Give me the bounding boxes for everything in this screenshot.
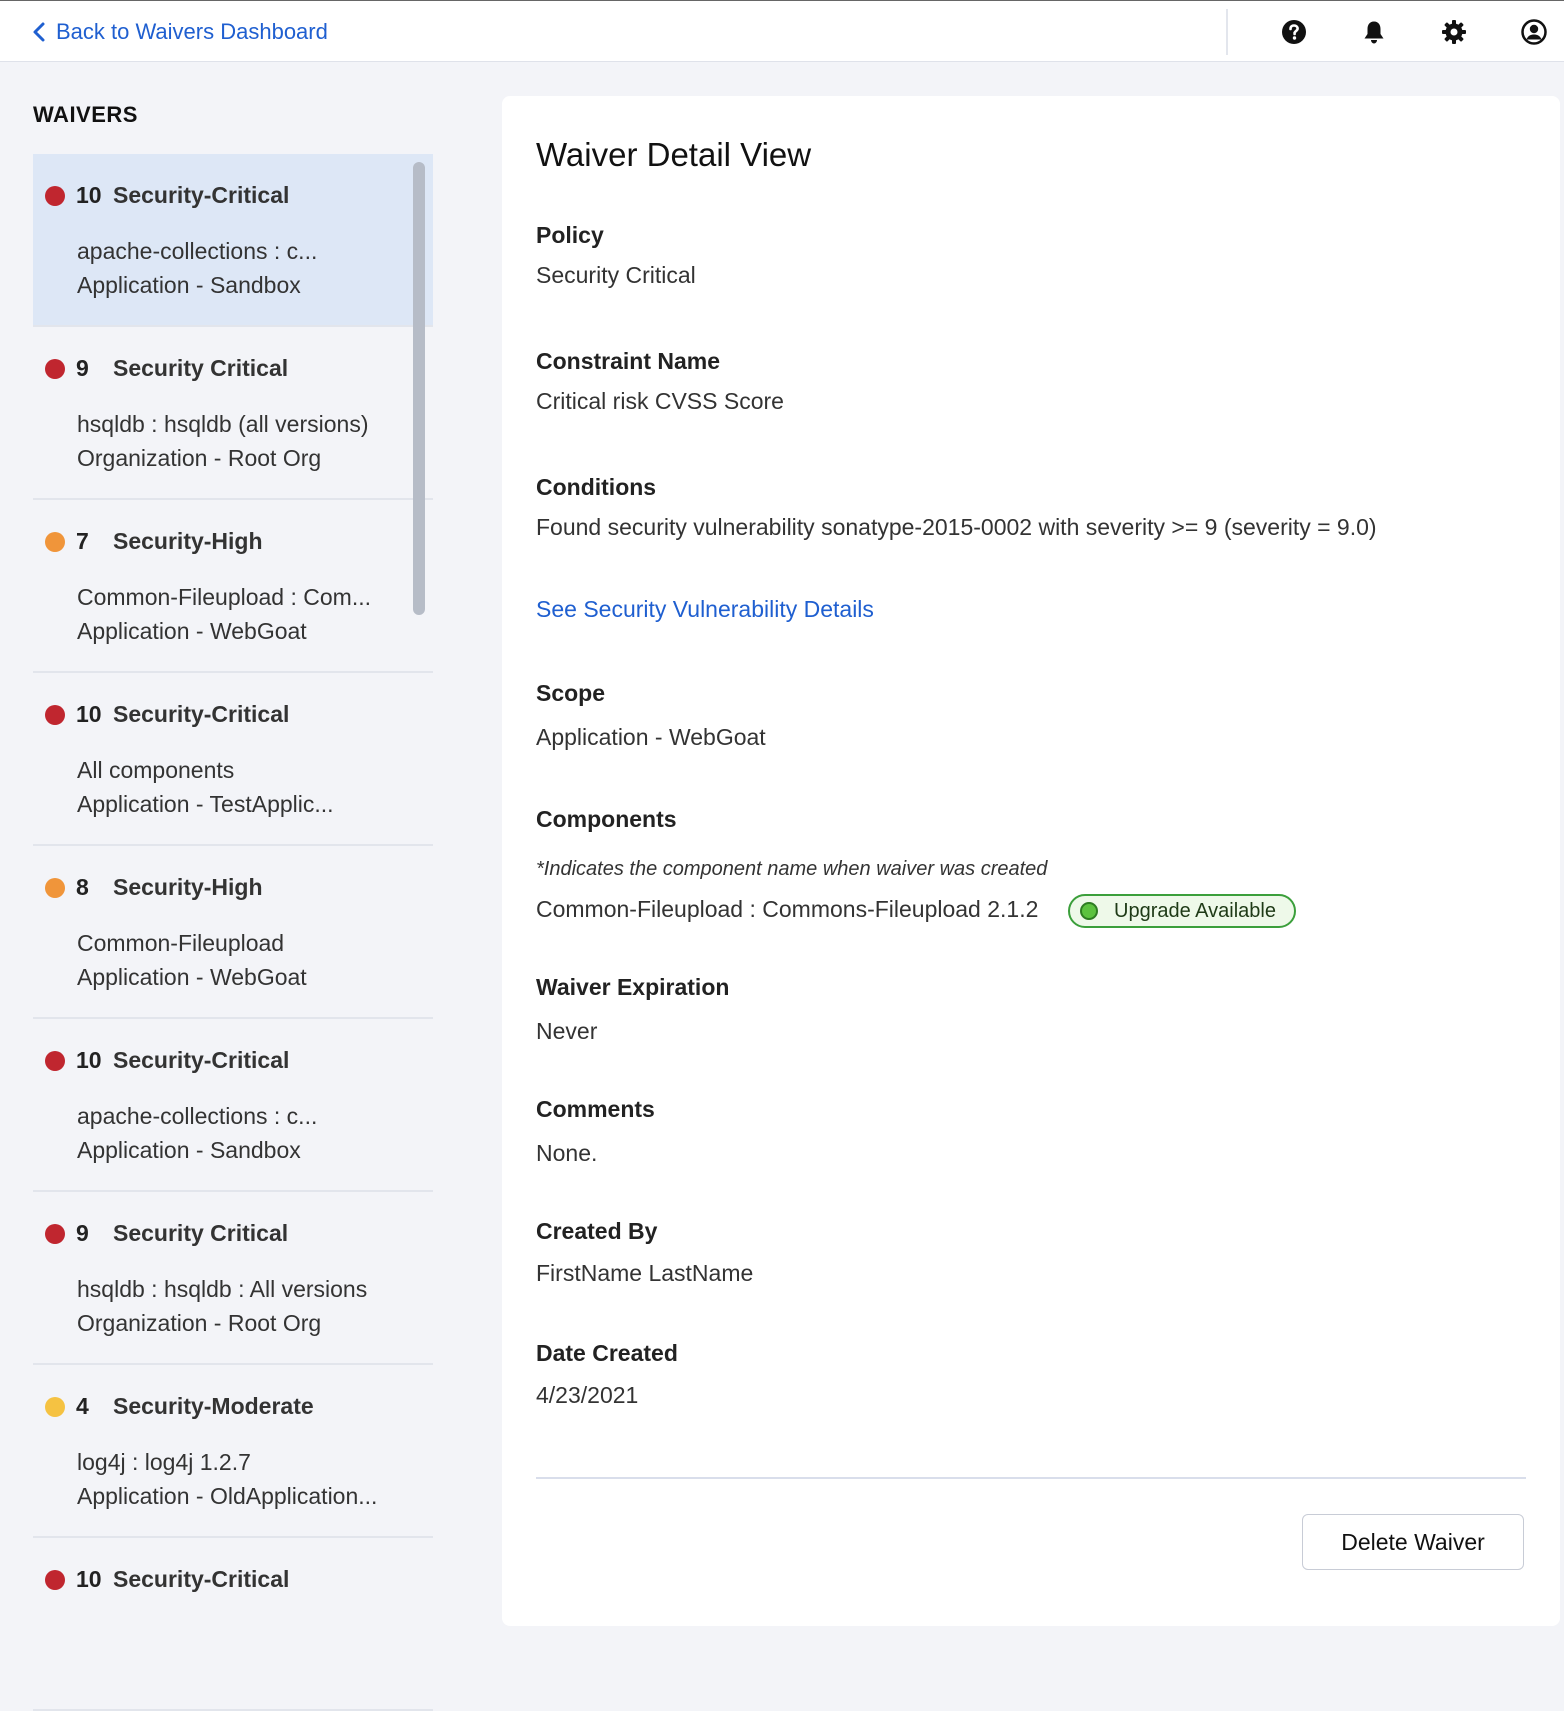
created-by-label: Created By	[536, 1218, 658, 1244]
back-to-dashboard-link[interactable]: Back to Waivers Dashboard	[32, 19, 328, 45]
policy-value: Security Critical	[536, 262, 696, 288]
component-name: apache-collections : c...	[77, 1103, 318, 1129]
severity-dot-icon	[45, 1051, 65, 1071]
detail-divider	[536, 1477, 1526, 1479]
component-value: Common-Fileupload : Commons-Fileupload 2…	[536, 896, 1039, 922]
severity-number: 10	[76, 182, 102, 208]
severity-dot-icon	[45, 532, 65, 552]
component-name: Common-Fileupload : Com...	[77, 584, 371, 610]
date-created-value: 4/23/2021	[536, 1382, 639, 1408]
waiver-expiration-label: Waiver Expiration	[536, 974, 730, 1000]
severity-dot-icon	[45, 1570, 65, 1590]
severity-dot-icon	[45, 878, 65, 898]
date-created-label: Date Created	[536, 1340, 678, 1366]
components-label: Components	[536, 806, 677, 832]
scope-name: Organization - Root Org	[77, 445, 322, 471]
waiver-list-item[interactable]: 10 Security-Critical apache-collections : …	[33, 154, 433, 327]
component-name: Common-Fileupload	[77, 930, 285, 956]
scope-name: Application - Sandbox	[77, 272, 301, 298]
sidebar-scrollbar[interactable]	[413, 162, 425, 615]
severity-number: 7	[76, 528, 89, 554]
sidebar-title: WAIVERS	[33, 102, 138, 127]
page-title: Waiver Detail View	[536, 136, 812, 173]
created-by-value: FirstName LastName	[536, 1260, 754, 1286]
conditions-value: Found security vulnerability sonatype-20…	[536, 514, 1377, 540]
conditions-label: Conditions	[536, 474, 657, 500]
gear-icon[interactable]	[1441, 19, 1467, 45]
severity-dot-icon	[45, 186, 65, 206]
component-name: All components	[77, 757, 235, 783]
scope-name: Application - WebGoat	[77, 964, 307, 990]
waiver-list: 10 Security-Critical apache-collections : …	[33, 154, 433, 1711]
component-name: apache-collections : c...	[77, 238, 318, 264]
scope-name: Application - Sandbox	[77, 1137, 301, 1163]
delete-waiver-button[interactable]: Delete Waiver	[1302, 1514, 1524, 1570]
severity-dot-icon	[45, 1224, 65, 1244]
severity-number: 10	[76, 701, 102, 727]
constraint-name-label: Constraint Name	[536, 348, 721, 374]
waiver-list-item[interactable]: 4 Security-Moderate log4j : log4j 1.2.7 App…	[33, 1365, 433, 1538]
waiver-detail-panel: Waiver Detail View Policy Security Criti…	[502, 96, 1560, 1626]
help-icon[interactable]	[1281, 19, 1307, 45]
chevron-left-icon	[33, 22, 45, 42]
scope-name: Application - TestApplic...	[77, 791, 334, 817]
severity-number: 4	[76, 1393, 89, 1419]
constraint-name-value: Critical risk CVSS Score	[536, 388, 784, 414]
upgrade-available-badge[interactable]: Upgrade Available	[1068, 894, 1296, 928]
policy-name: Security-Moderate	[113, 1393, 314, 1419]
severity-dot-icon	[45, 1397, 65, 1417]
component-name: hsqldb : hsqldb : All versions	[77, 1276, 368, 1302]
waiver-list-item[interactable]: 9 Security Critical hsqldb : hsqldb : All …	[33, 1192, 433, 1365]
policy-label: Policy	[536, 222, 604, 248]
upgrade-badge-label: Upgrade Available	[1114, 900, 1276, 922]
policy-name: Security-High	[113, 874, 263, 900]
severity-number: 8	[76, 874, 89, 900]
severity-dot-icon	[45, 359, 65, 379]
waiver-list-item[interactable]: 7 Security-High Common-Fileupload : Com...…	[33, 500, 433, 673]
scope-name: Application - OldApplication...	[77, 1483, 378, 1509]
policy-name: Security-Critical	[113, 1047, 290, 1073]
user-account-icon[interactable]	[1521, 19, 1547, 45]
waiver-list-item[interactable]: 10 Security-Critical apache-collections : …	[33, 1019, 433, 1192]
waiver-list-item[interactable]: 10 Security-Critical All components Applica…	[33, 673, 433, 846]
scope-name: Organization - Root Org	[77, 1310, 322, 1336]
policy-name: Security-Critical	[113, 701, 290, 727]
component-name: log4j : log4j 1.2.7	[77, 1449, 251, 1475]
policy-name: Security Critical	[113, 355, 289, 381]
components-note: *Indicates the component name when waive…	[536, 858, 1048, 880]
policy-name: Security Critical	[113, 1220, 289, 1246]
scope-value: Application - WebGoat	[536, 724, 766, 750]
severity-number: 10	[76, 1047, 102, 1073]
waiver-expiration-value: Never	[536, 1018, 598, 1044]
severity-dot-icon	[45, 705, 65, 725]
waiver-list-item[interactable]: 8 Security-High Common-Fileupload Applicati…	[33, 846, 433, 1019]
top-bar: Back to Waivers Dashboard	[0, 0, 1564, 62]
severity-number: 10	[76, 1566, 102, 1592]
topbar-divider	[1226, 9, 1228, 55]
comments-value: None.	[536, 1140, 598, 1166]
severity-number: 9	[76, 355, 89, 381]
severity-number: 9	[76, 1220, 89, 1246]
waiver-list-item[interactable]: 9 Security Critical hsqldb : hsqldb (all v…	[33, 327, 433, 500]
component-name: hsqldb : hsqldb (all versions)	[77, 411, 369, 437]
upgrade-status-dot-icon	[1080, 902, 1098, 920]
waivers-sidebar: WAIVERS 10 Security-Critical apache-collec…	[33, 62, 433, 1711]
waiver-list-item[interactable]: 10 Security-Critical	[33, 1538, 433, 1711]
policy-name: Security-Critical	[113, 182, 290, 208]
comments-label: Comments	[536, 1096, 655, 1122]
policy-name: Security-High	[113, 528, 263, 554]
back-link-label: Back to Waivers Dashboard	[56, 19, 328, 44]
scope-name: Application - WebGoat	[77, 618, 307, 644]
policy-name: Security-Critical	[113, 1566, 290, 1592]
scope-label: Scope	[536, 680, 606, 706]
bell-icon[interactable]	[1361, 19, 1387, 45]
vulnerability-details-link[interactable]: See Security Vulnerability Details	[536, 596, 874, 623]
